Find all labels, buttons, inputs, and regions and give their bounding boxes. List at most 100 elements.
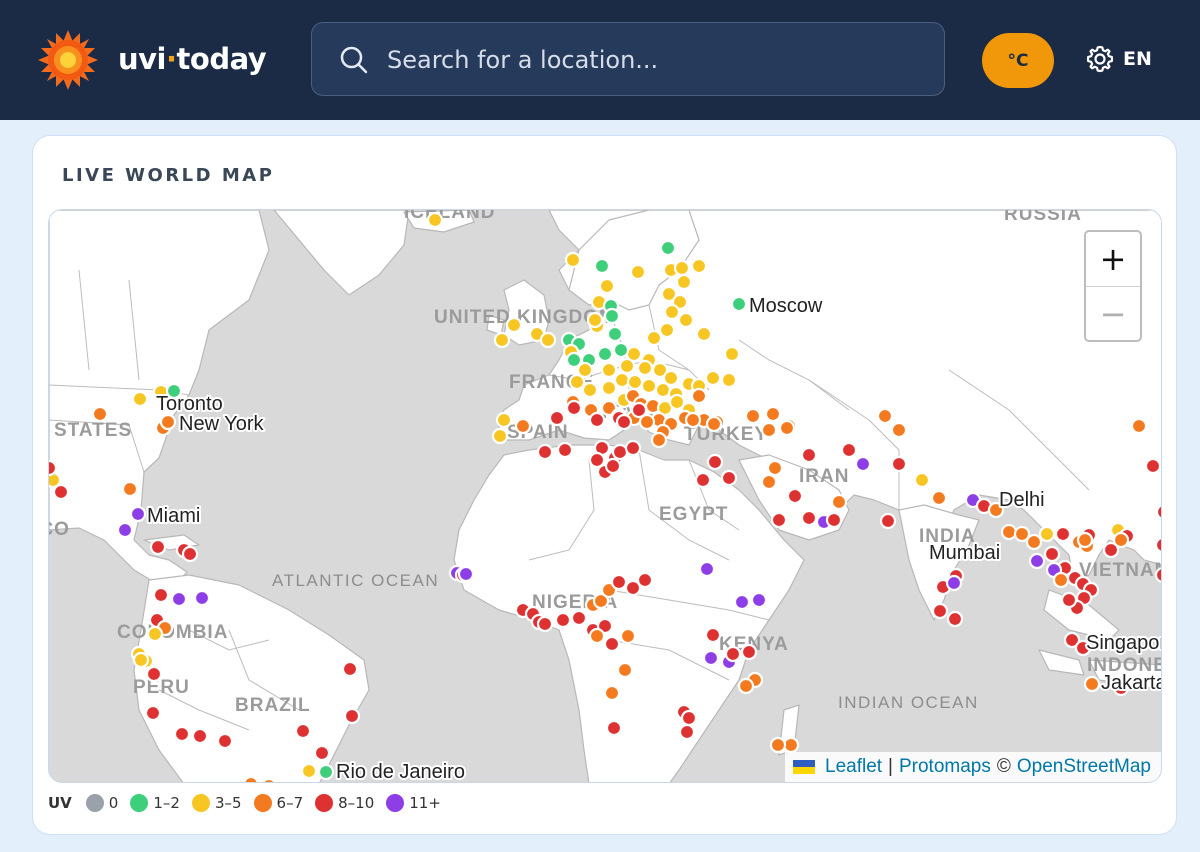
uv-marker[interactable] (514, 417, 532, 435)
uv-marker[interactable] (149, 538, 167, 556)
uv-marker[interactable] (618, 357, 636, 375)
uv-marker[interactable] (243, 775, 259, 783)
uv-marker[interactable] (493, 331, 511, 349)
uv-marker[interactable] (610, 573, 628, 591)
uv-marker[interactable] (636, 571, 654, 589)
uv-marker[interactable] (1083, 675, 1101, 693)
uv-marker[interactable] (313, 744, 331, 762)
uv-marker[interactable] (800, 509, 818, 527)
uv-marker[interactable] (570, 609, 588, 627)
uv-marker[interactable] (737, 677, 755, 695)
uv-marker[interactable] (650, 431, 668, 449)
uv-marker[interactable] (629, 263, 647, 281)
uv-marker[interactable] (616, 661, 634, 679)
uv-marker[interactable] (1060, 591, 1078, 609)
uv-marker[interactable] (606, 325, 624, 343)
uv-marker[interactable] (744, 407, 762, 425)
search-box[interactable] (311, 22, 945, 96)
uv-marker[interactable] (890, 455, 908, 473)
uv-marker[interactable] (1154, 567, 1162, 583)
uv-marker[interactable] (778, 419, 796, 437)
uv-marker[interactable] (159, 413, 177, 431)
uv-marker[interactable] (750, 591, 768, 609)
uv-marker[interactable] (145, 665, 163, 683)
protomaps-link[interactable]: Protomaps (899, 756, 991, 778)
uv-marker[interactable] (91, 405, 109, 423)
uv-marker[interactable] (556, 441, 574, 459)
uv-marker[interactable] (1155, 504, 1162, 520)
uv-marker[interactable] (764, 405, 782, 423)
uv-marker[interactable] (548, 409, 566, 427)
uv-marker[interactable] (586, 311, 604, 329)
uv-marker[interactable] (1054, 525, 1072, 543)
uv-marker[interactable] (261, 777, 277, 783)
uv-marker[interactable] (536, 443, 554, 461)
uv-marker[interactable] (317, 763, 335, 781)
uv-marker[interactable] (596, 345, 614, 363)
uv-marker[interactable] (704, 369, 722, 387)
uv-marker[interactable] (1000, 523, 1018, 541)
uv-marker[interactable] (673, 259, 691, 277)
uv-marker[interactable] (946, 610, 964, 628)
uv-marker[interactable] (675, 273, 693, 291)
uv-marker[interactable] (624, 439, 642, 457)
uv-marker[interactable] (600, 361, 618, 379)
uv-marker[interactable] (769, 736, 787, 754)
uv-marker[interactable] (913, 471, 931, 489)
uv-marker[interactable] (720, 371, 738, 389)
uv-marker[interactable] (1043, 545, 1061, 563)
uv-marker[interactable] (216, 732, 234, 750)
uv-marker[interactable] (495, 411, 513, 429)
uv-marker[interactable] (723, 345, 741, 363)
uv-marker[interactable] (766, 459, 784, 477)
uv-marker[interactable] (191, 727, 209, 745)
uv-marker[interactable] (760, 473, 778, 491)
uv-marker[interactable] (144, 704, 162, 722)
uv-marker[interactable] (930, 489, 948, 507)
openstreetmap-link[interactable]: OpenStreetMap (1017, 756, 1151, 778)
uv-marker[interactable] (840, 441, 858, 459)
uv-marker[interactable] (181, 545, 199, 563)
uv-marker[interactable] (720, 469, 738, 487)
settings-language-button[interactable]: EN (1085, 44, 1152, 74)
temperature-unit-button[interactable]: °C (982, 33, 1054, 88)
uv-marker[interactable] (654, 381, 672, 399)
uv-marker[interactable] (890, 421, 908, 439)
uv-marker[interactable] (1130, 417, 1148, 435)
uv-marker[interactable] (603, 684, 621, 702)
uv-marker[interactable] (630, 401, 648, 419)
uv-marker[interactable] (554, 611, 572, 629)
uv-marker[interactable] (706, 453, 724, 471)
uv-marker[interactable] (1112, 531, 1130, 549)
uv-marker[interactable] (457, 565, 475, 583)
uv-marker[interactable] (680, 709, 698, 727)
uv-marker[interactable] (615, 413, 633, 431)
uv-marker[interactable] (341, 660, 359, 678)
uv-marker[interactable] (730, 295, 748, 313)
uv-marker[interactable] (854, 455, 872, 473)
uv-marker[interactable] (800, 446, 818, 464)
uv-marker[interactable] (619, 627, 637, 645)
uv-marker[interactable] (129, 505, 147, 523)
uv-marker[interactable] (825, 511, 843, 529)
uv-marker[interactable] (704, 626, 722, 644)
uv-marker[interactable] (300, 762, 318, 780)
uv-marker[interactable] (564, 251, 582, 269)
uv-marker[interactable] (568, 373, 586, 391)
uv-marker[interactable] (659, 239, 677, 257)
uv-marker[interactable] (588, 411, 606, 429)
uv-marker[interactable] (426, 211, 444, 229)
uv-marker[interactable] (598, 277, 616, 295)
uv-marker[interactable] (593, 257, 611, 275)
uv-marker[interactable] (1028, 552, 1046, 570)
uv-marker[interactable] (603, 307, 621, 325)
uv-marker[interactable] (694, 471, 712, 489)
uv-marker[interactable] (690, 387, 708, 405)
uv-marker[interactable] (600, 379, 618, 397)
uv-marker[interactable] (505, 316, 523, 334)
uv-marker[interactable] (690, 257, 708, 275)
uv-marker[interactable] (588, 627, 606, 645)
uv-marker[interactable] (152, 586, 170, 604)
uv-marker[interactable] (678, 723, 696, 741)
uv-marker[interactable] (770, 511, 788, 529)
